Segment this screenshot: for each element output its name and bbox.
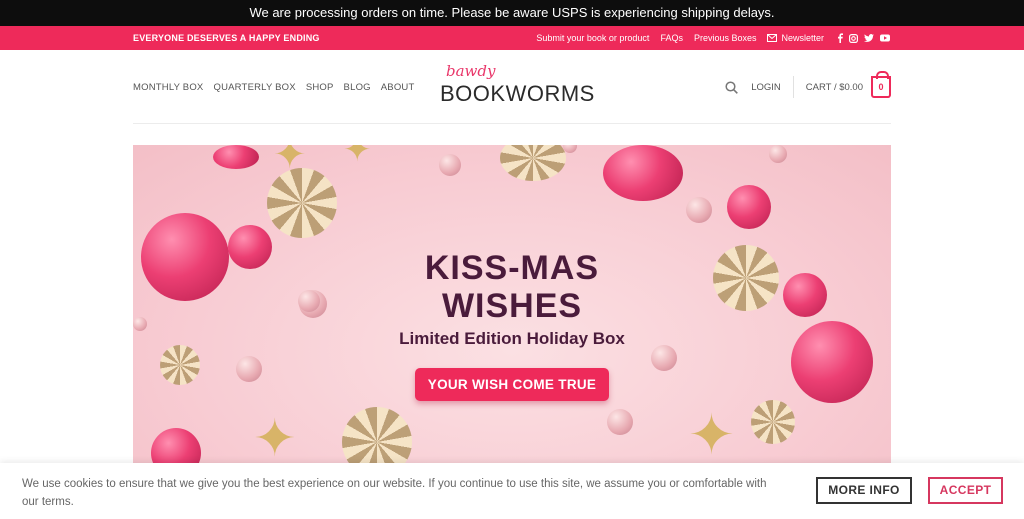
ornament <box>751 400 795 444</box>
more-info-button[interactable]: MORE INFO <box>816 477 912 504</box>
nav-shop[interactable]: SHOP <box>306 82 334 93</box>
ornament <box>603 145 683 201</box>
logo-wordmark: BOOKWORMS <box>440 81 595 106</box>
submit-book-link[interactable]: Submit your book or product <box>536 33 649 43</box>
nav-about[interactable]: ABOUT <box>381 82 415 93</box>
login-link[interactable]: LOGIN <box>751 82 781 93</box>
ornament <box>563 145 577 153</box>
cart-link[interactable]: CART / $0.00 <box>806 82 863 93</box>
top-bar: EVERYONE DESERVES A HAPPY ENDING Submit … <box>0 26 1024 50</box>
ornament <box>500 145 566 181</box>
hero-title-line1: KISS-MAS <box>424 249 600 287</box>
envelope-icon <box>767 34 778 42</box>
cookie-message: We use cookies to ensure that we give yo… <box>22 478 767 508</box>
nav-quarterly-box[interactable]: QUARTERLY BOX <box>213 82 295 93</box>
hero-title: KISS-MAS WISHES <box>133 249 891 325</box>
gold-star-decoration: ✦ <box>688 403 735 466</box>
ornament <box>769 145 787 163</box>
top-links: Submit your book or product FAQs Previou… <box>536 26 890 50</box>
shipping-notice-text: We are processing orders on time. Please… <box>249 5 775 20</box>
ornament <box>267 168 337 238</box>
main-nav: MONTHLY BOX QUARTERLY BOX SHOP BLOG ABOU… <box>133 50 414 124</box>
ornament <box>213 145 259 169</box>
gold-star-decoration: ✦ <box>273 145 307 177</box>
hero-cta-button[interactable]: YOUR WISH COME TRUE <box>415 368 609 401</box>
shipping-notice-bar: We are processing orders on time. Please… <box>0 0 1024 26</box>
gold-star-decoration: ✦ <box>343 145 372 169</box>
gold-star-decoration: ✦ <box>253 410 297 468</box>
ornament <box>686 197 712 223</box>
twitter-icon[interactable] <box>864 34 874 42</box>
site-logo[interactable]: bawdy BOOKWORMS <box>440 62 594 114</box>
social-links <box>837 33 890 43</box>
header-divider <box>792 76 794 98</box>
hero-subtitle: Limited Edition Holiday Box <box>399 329 625 348</box>
logo-script: bawdy <box>446 62 496 80</box>
ornament <box>607 409 633 435</box>
newsletter-label: Newsletter <box>781 33 824 43</box>
tagline: EVERYONE DESERVES A HAPPY ENDING <box>133 33 320 43</box>
nav-monthly-box[interactable]: MONTHLY BOX <box>133 82 203 93</box>
newsletter-link[interactable]: Newsletter <box>767 33 824 43</box>
instagram-icon[interactable] <box>849 33 858 43</box>
account-area: LOGIN CART / $0.00 0 <box>725 50 891 124</box>
search-icon[interactable] <box>725 80 739 94</box>
ornament <box>160 345 200 385</box>
accept-button[interactable]: ACCEPT <box>928 477 1003 504</box>
ornament <box>236 356 262 382</box>
cookie-banner: We use cookies to ensure that we give yo… <box>0 463 1024 519</box>
cart-count-badge[interactable]: 0 <box>871 71 891 98</box>
nav-blog[interactable]: BLOG <box>344 82 371 93</box>
facebook-icon[interactable] <box>837 33 843 43</box>
youtube-icon[interactable] <box>880 34 890 42</box>
previous-boxes-link[interactable]: Previous Boxes <box>694 33 757 43</box>
ornament <box>727 185 771 229</box>
ornament <box>439 154 461 176</box>
hero-title-line2: WISHES <box>441 287 583 325</box>
faqs-link[interactable]: FAQs <box>660 33 683 43</box>
site-header: MONTHLY BOX QUARTERLY BOX SHOP BLOG ABOU… <box>133 50 891 124</box>
